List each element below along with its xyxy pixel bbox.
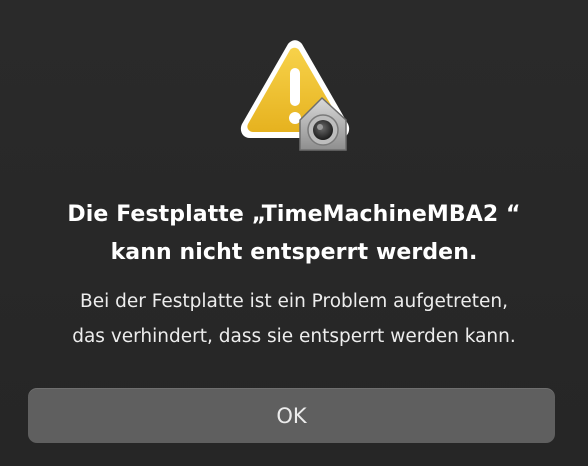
alert-title-line-1: Die Festplatte „TimeMachineMBA2 “ [67, 202, 521, 227]
alert-message-line-2: das verhindert, dass sie entsperrt werde… [72, 326, 516, 347]
alert-title: Die Festplatte „TimeMachineMBA2 “ kann n… [0, 196, 588, 272]
alert-message: Bei der Festplatte ist ein Problem aufge… [0, 284, 588, 354]
alert-title-line-2: kann nicht entsperrt werden. [110, 240, 478, 265]
warning-lock-icon [230, 40, 360, 155]
alert-message-line-1: Bei der Festplatte ist ein Problem aufge… [80, 291, 508, 312]
alert-dialog: Die Festplatte „TimeMachineMBA2 “ kann n… [0, 0, 588, 466]
ok-button[interactable]: OK [28, 388, 555, 443]
